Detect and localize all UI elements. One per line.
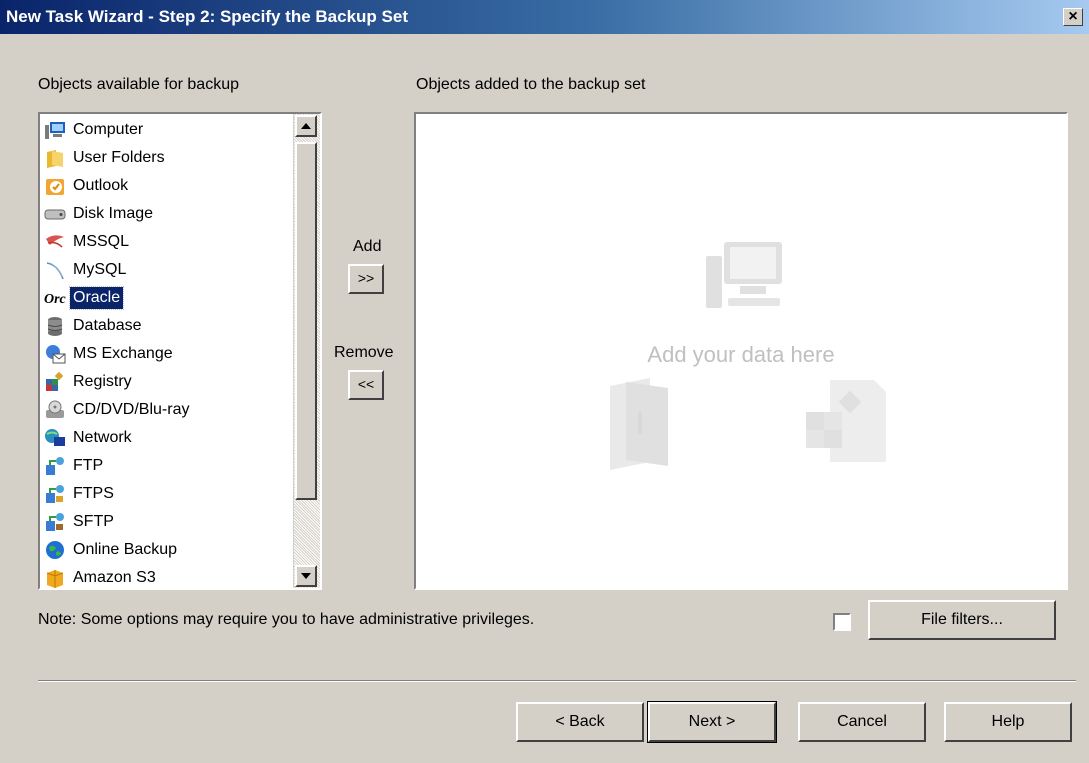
user-folders-icon xyxy=(44,147,66,169)
window-title: New Task Wizard - Step 2: Specify the Ba… xyxy=(6,7,408,26)
list-item-ms-exchange[interactable]: MS Exchange xyxy=(44,340,294,368)
database-icon xyxy=(44,315,66,337)
amazon-s3-icon xyxy=(44,567,66,589)
list-item-label: Outlook xyxy=(73,177,129,194)
file-filters-button[interactable]: File filters... xyxy=(868,600,1056,640)
add-label: Add xyxy=(353,238,382,255)
scroll-up-button[interactable] xyxy=(295,115,317,137)
cd-dvd-icon xyxy=(44,399,66,421)
list-item-label: MSSQL xyxy=(73,233,130,250)
list-item-label: Network xyxy=(73,429,132,446)
arrow-up-icon xyxy=(301,123,311,129)
scroll-down-button[interactable] xyxy=(295,565,317,587)
list-item-database[interactable]: Database xyxy=(44,312,294,340)
computer-icon xyxy=(44,119,66,141)
ftp-icon xyxy=(44,455,66,477)
sftp-icon xyxy=(44,511,66,533)
mssql-icon xyxy=(44,231,66,253)
list-item-label: CD/DVD/Blu-ray xyxy=(73,401,190,418)
admin-privileges-note: Note: Some options may require you to ha… xyxy=(38,611,535,628)
available-objects-list[interactable]: Computer User Folders Outlook Disk Image MSS… xyxy=(38,112,322,590)
list-item-mysql[interactable]: MySQL xyxy=(44,256,294,284)
file-filters-checkbox[interactable] xyxy=(833,613,851,631)
list-item-label: SFTP xyxy=(73,513,114,530)
list-item-label: Oracle xyxy=(68,286,125,310)
title-bar: New Task Wizard - Step 2: Specify the Ba… xyxy=(0,0,1089,34)
next-button[interactable]: Next > xyxy=(647,701,777,743)
back-button[interactable]: < Back xyxy=(516,702,644,742)
disk-image-icon xyxy=(44,203,66,225)
oracle-icon: Orc xyxy=(44,287,66,309)
list-item-label: FTPS xyxy=(73,485,114,502)
footer-separator xyxy=(38,680,1076,682)
list-items: Computer User Folders Outlook Disk Image MSS… xyxy=(44,116,294,592)
list-item-cd-dvd[interactable]: CD/DVD/Blu-ray xyxy=(44,396,294,424)
list-item-network[interactable]: Network xyxy=(44,424,294,452)
help-button[interactable]: Help xyxy=(944,702,1072,742)
ms-exchange-icon xyxy=(44,343,66,365)
list-item-user-folders[interactable]: User Folders xyxy=(44,144,294,172)
list-item-disk-image[interactable]: Disk Image xyxy=(44,200,294,228)
online-backup-icon xyxy=(44,539,66,561)
backup-set-panel[interactable]: Add your data here xyxy=(414,112,1068,590)
close-button[interactable]: × xyxy=(1063,8,1083,26)
list-item-label: Computer xyxy=(73,121,144,138)
ghost-computer-icon xyxy=(706,242,782,308)
arrow-down-icon xyxy=(301,573,311,579)
list-item-label: Online Backup xyxy=(73,541,178,558)
add-data-placeholder: Add your data here xyxy=(647,342,835,367)
list-item-outlook[interactable]: Outlook xyxy=(44,172,294,200)
list-item-online-backup[interactable]: Online Backup xyxy=(44,536,294,564)
remove-button[interactable]: << xyxy=(348,370,384,400)
list-item-ftps[interactable]: FTPS xyxy=(44,480,294,508)
list-item-label: FTP xyxy=(73,457,104,474)
list-item-label: User Folders xyxy=(73,149,165,166)
cancel-button[interactable]: Cancel xyxy=(798,702,926,742)
list-item-label: Disk Image xyxy=(73,205,154,222)
list-item-oracle[interactable]: Orc Oracle xyxy=(44,284,294,312)
list-item-label: Amazon S3 xyxy=(73,569,156,586)
remove-label: Remove xyxy=(334,344,394,361)
registry-icon xyxy=(44,371,66,393)
list-item-ftp[interactable]: FTP xyxy=(44,452,294,480)
added-objects-label: Objects added to the backup set xyxy=(416,76,646,93)
add-button[interactable]: >> xyxy=(348,264,384,294)
vertical-scrollbar[interactable] xyxy=(293,114,320,588)
mysql-icon xyxy=(44,259,66,281)
list-item-label: MS Exchange xyxy=(73,345,173,362)
available-objects-label: Objects available for backup xyxy=(38,76,239,93)
ftps-icon xyxy=(44,483,66,505)
list-item-label: MySQL xyxy=(73,261,127,278)
list-item-label: Database xyxy=(73,317,142,334)
list-item-registry[interactable]: Registry xyxy=(44,368,294,396)
outlook-icon xyxy=(44,175,66,197)
network-icon xyxy=(44,427,66,449)
list-item-amazon-s3[interactable]: Amazon S3 xyxy=(44,564,294,592)
list-item-sftp[interactable]: SFTP xyxy=(44,508,294,536)
svg-text:Orc: Orc xyxy=(44,292,66,307)
list-item-computer[interactable]: Computer xyxy=(44,116,294,144)
ghost-registry-icon xyxy=(806,380,886,462)
ghost-folder-icon xyxy=(610,378,668,470)
scroll-thumb[interactable] xyxy=(295,142,317,500)
list-item-mssql[interactable]: MSSQL xyxy=(44,228,294,256)
list-item-label: Registry xyxy=(73,373,132,390)
